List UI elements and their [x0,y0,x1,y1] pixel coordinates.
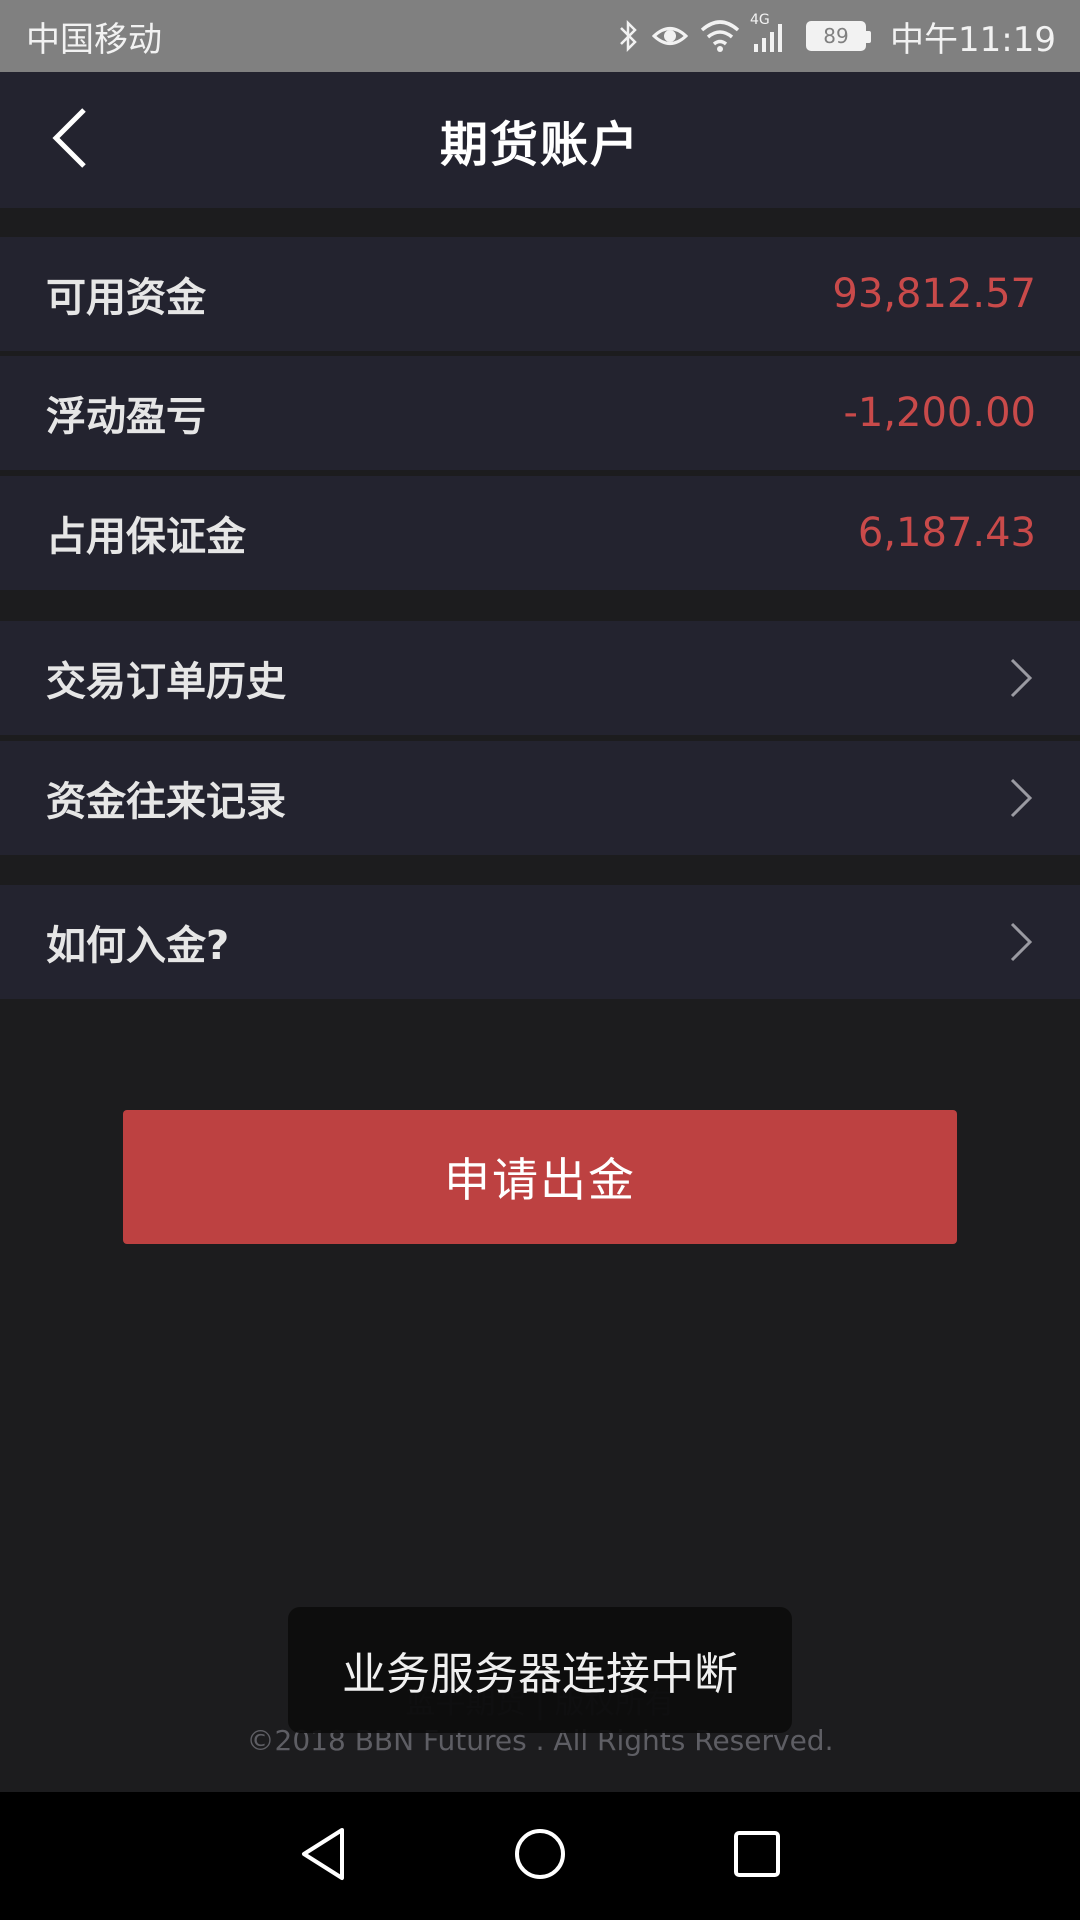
eye-icon [652,23,689,49]
nav-recents-button[interactable] [722,1821,792,1891]
order-history-label: 交易订单历史 [46,659,286,705]
margin-used-row: 占用保证金 6,187.43 [0,476,1080,590]
square-recents-icon [732,1829,782,1883]
circle-home-icon [512,1826,568,1886]
margin-used-value: 6,187.43 [857,510,1036,556]
network-type-label: 4G [750,12,770,28]
margin-used-label: 占用保证金 [46,514,246,560]
wifi-icon [700,20,740,52]
page-title: 期货账户 [439,117,640,173]
menu-item-fund-records[interactable]: 资金往来记录 [0,741,1080,855]
available-funds-row: 可用资金 93,812.57 [0,237,1080,351]
signal-icon: 4G [750,12,788,52]
available-funds-value: 93,812.57 [832,271,1036,317]
futures-account-screen: 中国移动 4G 89 中午11:19 期货账户 可用资金 93,812.57 浮… [0,0,1080,1920]
battery-icon: 89 [806,21,872,51]
clock: 中午11:19 [890,19,1056,60]
nav-back-button[interactable] [288,1821,358,1891]
triangle-back-icon [298,1826,348,1886]
chevron-left-icon [50,106,90,174]
carrier-label: 中国移动 [26,19,162,60]
fund-records-label: 资金往来记录 [46,779,286,825]
status-bar: 中国移动 4G 89 中午11:19 [0,0,1080,72]
system-nav-bar [0,1792,1080,1920]
how-to-deposit-label: 如何入金? [46,923,230,969]
toast-message: 业务服务器连接中断 [288,1607,792,1733]
chevron-right-icon [1006,920,1036,964]
floating-pnl-row: 浮动盈亏 -1,200.00 [0,356,1080,470]
chevron-right-icon [1006,776,1036,820]
withdraw-button[interactable]: 申请出金 [123,1110,957,1244]
back-button[interactable] [30,100,110,180]
menu-item-order-history[interactable]: 交易订单历史 [0,621,1080,735]
menu-item-how-to-deposit[interactable]: 如何入金? [0,885,1080,999]
floating-pnl-label: 浮动盈亏 [46,394,206,440]
available-funds-label: 可用资金 [46,275,206,321]
bluetooth-icon [618,19,640,53]
status-icons: 4G 89 中午11:19 [618,12,1056,61]
chevron-right-icon [1006,656,1036,700]
nav-home-button[interactable] [505,1821,575,1891]
app-header: 期货账户 [0,72,1080,208]
floating-pnl-value: -1,200.00 [843,390,1036,436]
battery-level: 89 [823,24,849,48]
